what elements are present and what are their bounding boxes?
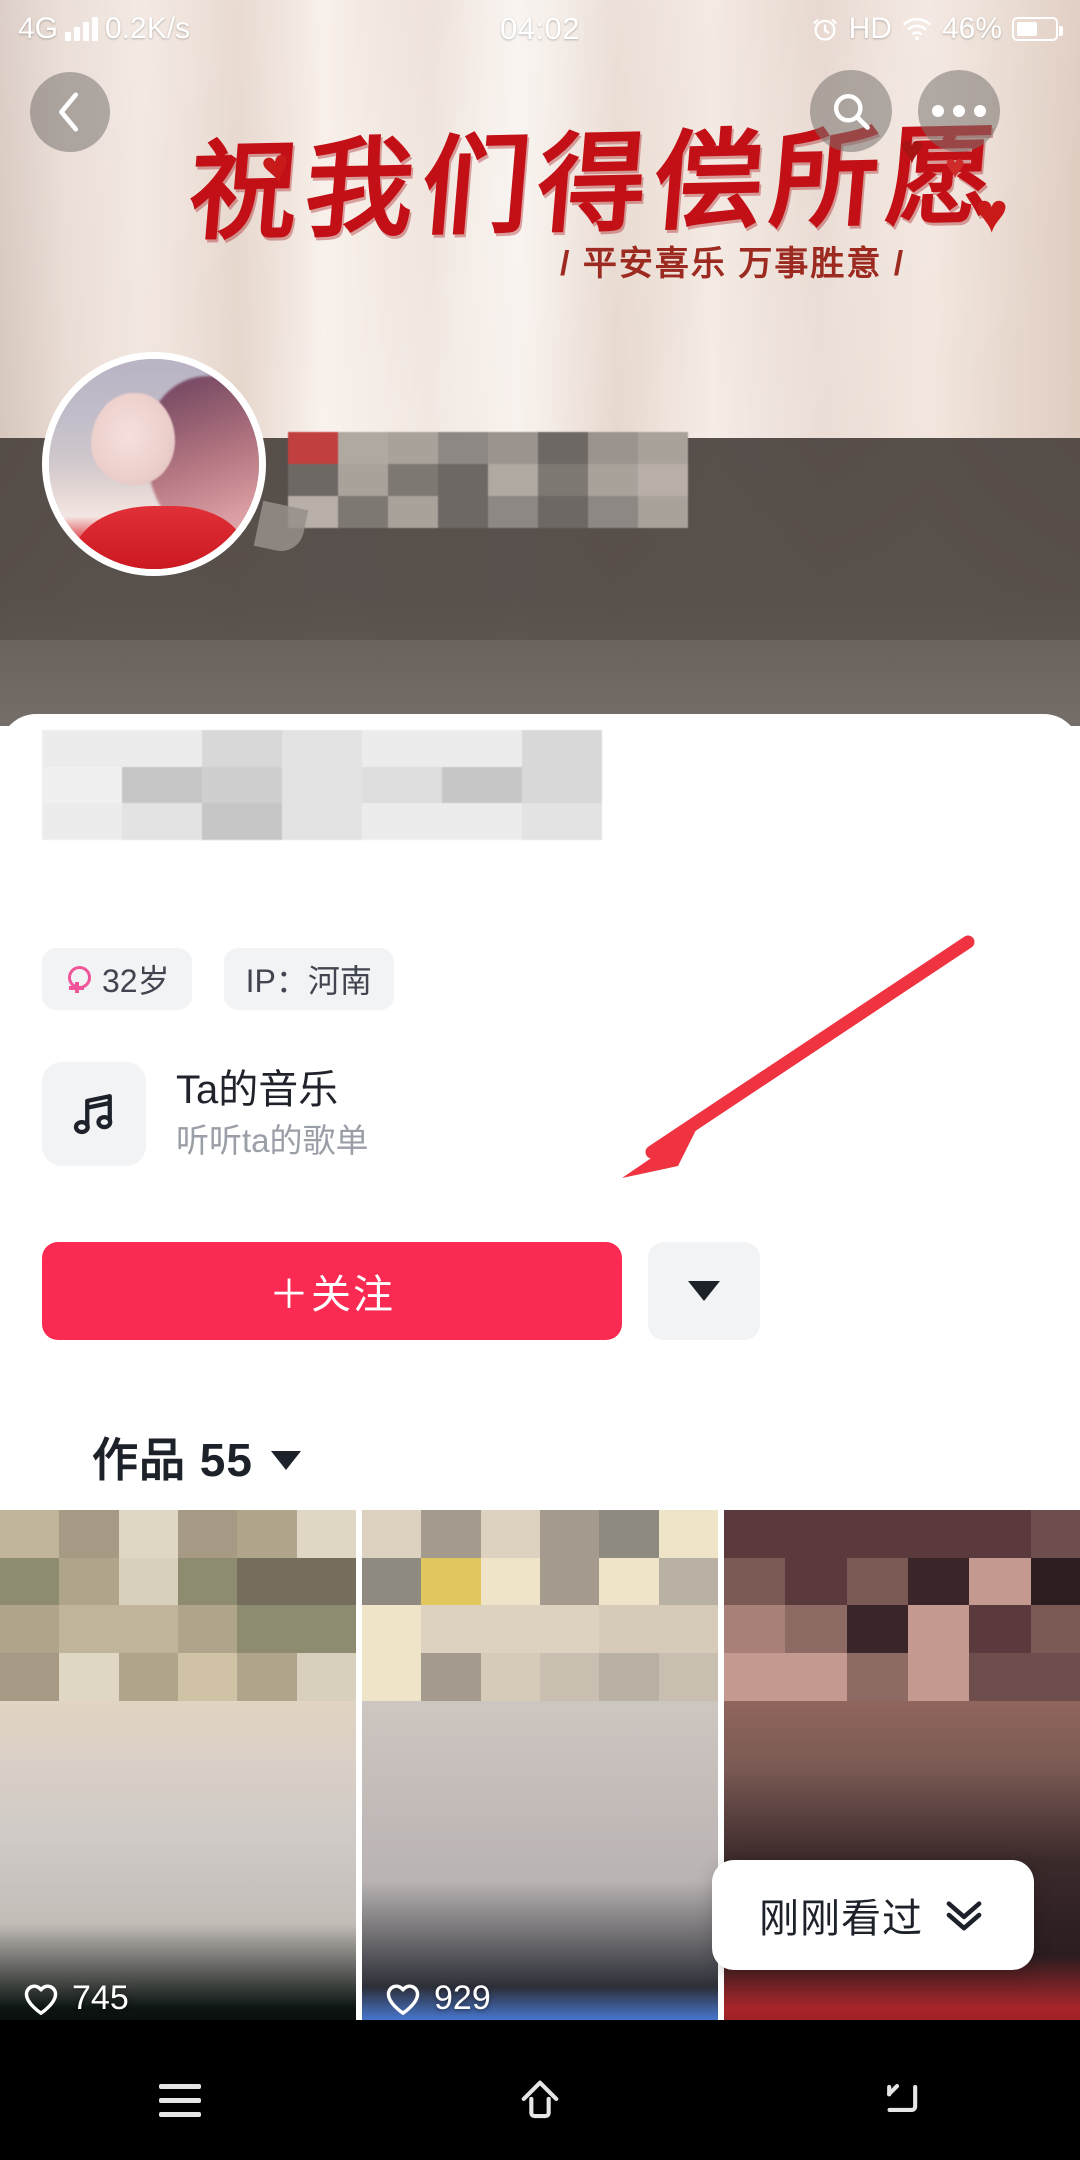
heart-outline-icon <box>386 1984 420 2015</box>
double-chevron-down-icon <box>946 1901 982 1931</box>
more-options-button[interactable] <box>918 70 1000 152</box>
back-button[interactable] <box>30 72 110 152</box>
works-count-label: 作品 55 <box>92 1434 253 1486</box>
thumbnail-mosaic <box>724 1510 1080 1701</box>
work-thumbnail[interactable]: 745 <box>0 1510 356 2040</box>
female-gender-icon <box>64 966 91 993</box>
like-count-label: 929 <box>434 1979 491 2017</box>
heart-icon: ♥ <box>975 181 1009 244</box>
recently-viewed-label: 刚刚看过 <box>759 1897 923 1941</box>
nav-back-button[interactable] <box>830 2055 970 2145</box>
chevron-left-icon <box>59 92 79 132</box>
search-icon <box>833 93 870 130</box>
clock-label: 04:02 <box>499 11 581 46</box>
ip-location-tag: IP：河南 <box>223 948 394 1010</box>
music-texts: Ta的音乐 听听ta的歌单 <box>176 1067 369 1161</box>
profile-tags: 32岁 IP：河南 <box>42 948 394 1010</box>
nav-home-button[interactable] <box>470 2055 610 2145</box>
like-count: 745 <box>22 1979 129 2018</box>
thumbnail-mosaic <box>0 1510 356 1701</box>
menu-icon <box>159 2083 201 2117</box>
heart-icon: ♥ <box>900 128 924 172</box>
phone-screen: 祝我们得偿所愿 / 平安喜乐 万事胜意 / ♥ ♥ ♥ ♥ 4G 0.2K/s … <box>0 0 1080 2160</box>
action-row: ＋关注 <box>42 1242 760 1340</box>
music-entry-row[interactable]: Ta的音乐 听听ta的歌单 <box>42 1062 369 1166</box>
more-horizontal-icon <box>932 105 986 117</box>
nickname-mosaic <box>288 432 688 528</box>
back-arrow-icon <box>887 2084 918 2113</box>
caret-down-icon <box>688 1281 720 1301</box>
heart-outline-icon <box>24 1984 58 2015</box>
avatar-dress-shape <box>74 506 247 569</box>
music-title: Ta的音乐 <box>176 1067 339 1112</box>
profile-id-mosaic <box>42 730 602 840</box>
work-thumbnail[interactable]: 929 <box>362 1510 718 2040</box>
age-tag[interactable]: 32岁 <box>42 948 192 1010</box>
like-count-label: 745 <box>72 1979 129 2017</box>
ip-location-label: IP：河南 <box>245 963 372 999</box>
search-button[interactable] <box>810 70 892 152</box>
status-bar: 4G 0.2K/s 04:02 HD 46% <box>0 0 1080 58</box>
like-count: 929 <box>384 1979 491 2018</box>
android-nav-bar <box>0 2040 1080 2160</box>
heart-icon: ♥ <box>945 148 966 186</box>
avatar-face-shape <box>91 392 175 485</box>
avatar[interactable] <box>42 352 266 576</box>
music-subtitle: 听听ta的歌单 <box>176 1121 369 1159</box>
battery-icon <box>1012 17 1063 41</box>
caret-down-icon <box>270 1450 301 1470</box>
recently-viewed-pill[interactable]: 刚刚看过 <box>712 1860 1034 1970</box>
follow-button[interactable]: ＋关注 <box>42 1242 622 1340</box>
nav-menu-button[interactable] <box>110 2055 250 2145</box>
thumbnail-mosaic <box>362 1510 718 1701</box>
age-tag-label: 32岁 <box>102 963 170 999</box>
works-header[interactable]: 作品 55 <box>92 1424 301 1490</box>
home-icon <box>521 2080 559 2119</box>
avatar-image <box>49 359 259 569</box>
banner-subtitle: / 平安喜乐 万事胜意 / <box>560 245 906 283</box>
music-icon-container <box>42 1062 146 1166</box>
follow-dropdown-button[interactable] <box>648 1242 760 1340</box>
music-note-icon <box>73 1094 113 1135</box>
